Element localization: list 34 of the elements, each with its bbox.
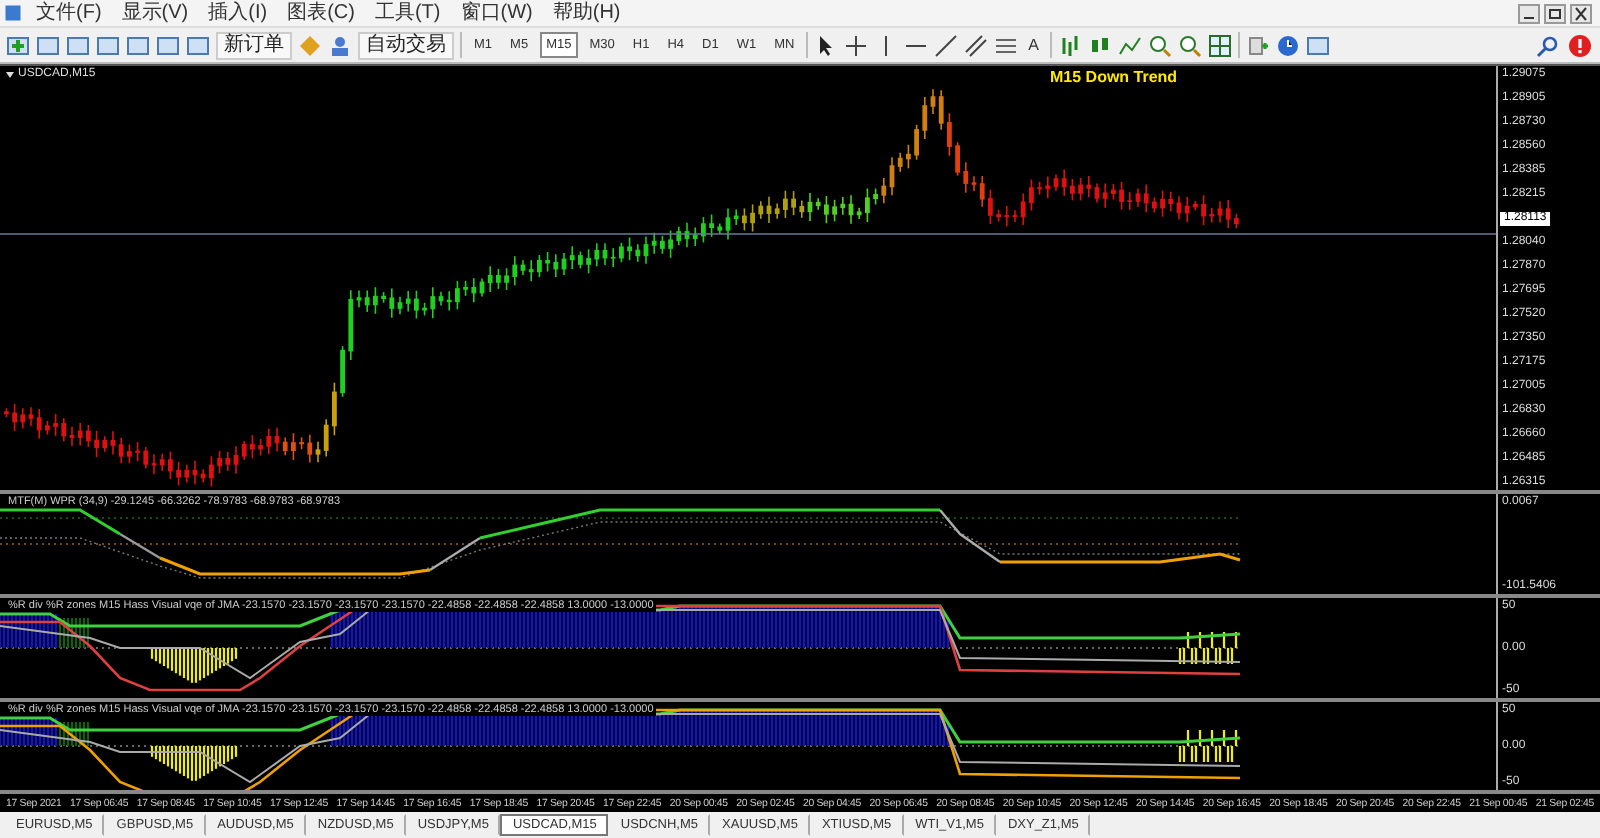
menu-item[interactable]: 显示(V) xyxy=(115,1,195,25)
indicator-icon[interactable] xyxy=(1245,33,1270,57)
auto-trading-button[interactable]: 自动交易 xyxy=(358,31,454,59)
trend-label: M15 Down Trend xyxy=(1050,68,1178,86)
trend-line-icon[interactable] xyxy=(934,33,959,57)
person-icon[interactable] xyxy=(328,33,352,57)
candlestick-icon[interactable] xyxy=(1087,33,1112,57)
menu-item[interactable]: 图表(C) xyxy=(281,1,361,25)
channel-icon[interactable] xyxy=(964,33,989,57)
plus-icon[interactable] xyxy=(6,33,30,57)
search-icon[interactable] xyxy=(1536,33,1560,57)
window-icon[interactable] xyxy=(156,33,180,57)
menu-item[interactable]: 帮助(H) xyxy=(546,1,627,25)
new-order-button[interactable]: 新订单 xyxy=(216,31,292,59)
menu-item[interactable]: 插入(I) xyxy=(202,1,274,25)
menu-item[interactable]: 文件(F) xyxy=(30,1,108,25)
triangle-icon xyxy=(6,71,14,77)
menu-item[interactable]: 工具(T) xyxy=(368,1,447,25)
alert-icon[interactable] xyxy=(1568,33,1592,57)
zoom-in-icon[interactable] xyxy=(1147,33,1172,57)
restore-icon[interactable] xyxy=(1544,3,1566,23)
app-icon xyxy=(4,4,22,22)
line-chart-icon[interactable] xyxy=(1117,33,1142,57)
window-icon[interactable] xyxy=(36,33,60,57)
clock-icon[interactable] xyxy=(1275,33,1300,57)
fibonacci-icon[interactable] xyxy=(994,33,1019,57)
menu-item[interactable]: 窗口(W) xyxy=(454,1,539,25)
template-icon[interactable] xyxy=(1305,33,1330,57)
grid-icon[interactable] xyxy=(1207,33,1232,57)
minimize-icon[interactable] xyxy=(1518,3,1540,23)
zoom-out-icon[interactable] xyxy=(1177,33,1202,57)
text-tool-button[interactable]: A xyxy=(1024,36,1044,54)
close-icon[interactable] xyxy=(1570,3,1592,23)
bar-chart-icon[interactable] xyxy=(1057,33,1082,57)
